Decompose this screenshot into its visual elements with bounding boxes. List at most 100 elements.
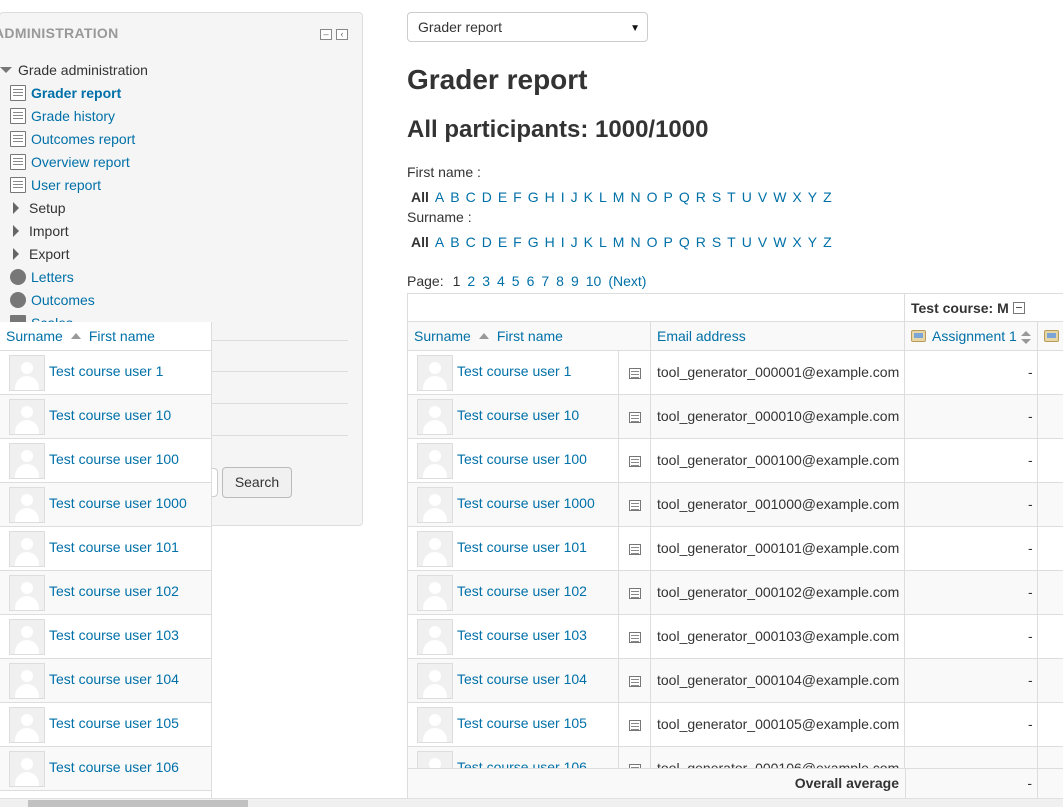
page-4-link[interactable]: 4 bbox=[497, 273, 505, 289]
grade-cell[interactable] bbox=[905, 439, 1038, 482]
initial-z-link[interactable]: Z bbox=[823, 189, 832, 205]
email-sort-link[interactable]: Email address bbox=[657, 328, 746, 344]
user-name-link[interactable]: Test course user 104 bbox=[49, 671, 179, 687]
user-name-link[interactable]: Test course user 100 bbox=[457, 451, 587, 467]
user-name-link[interactable]: Test course user 10 bbox=[49, 407, 171, 423]
initial-n-link[interactable]: N bbox=[630, 189, 640, 205]
avatar[interactable] bbox=[9, 399, 45, 435]
initial-q-link[interactable]: Q bbox=[679, 189, 690, 205]
user-report-icon[interactable] bbox=[629, 676, 641, 687]
initial-e-link[interactable]: E bbox=[498, 189, 507, 205]
grade-cell[interactable] bbox=[905, 659, 1038, 702]
user-name-link[interactable]: Test course user 103 bbox=[457, 627, 587, 643]
user-name-link[interactable]: Test course user 104 bbox=[457, 671, 587, 687]
initial-g-link[interactable]: G bbox=[528, 234, 539, 250]
page-10-link[interactable]: 10 bbox=[586, 273, 602, 289]
initial-h-link[interactable]: H bbox=[545, 189, 555, 205]
firstname-sort-link[interactable]: First name bbox=[497, 328, 563, 344]
tree-item-outcomes[interactable]: Outcomes bbox=[10, 290, 95, 310]
user-report-icon[interactable] bbox=[629, 412, 641, 423]
grade-cell[interactable] bbox=[905, 571, 1038, 614]
avatar[interactable] bbox=[9, 575, 45, 611]
avatar[interactable] bbox=[417, 443, 453, 479]
tree-item-grader-report[interactable]: Grader report bbox=[10, 83, 121, 103]
tree-item-outcomes-report[interactable]: Outcomes report bbox=[10, 129, 135, 149]
user-name-link[interactable]: Test course user 101 bbox=[457, 539, 587, 555]
initial-i-link[interactable]: I bbox=[561, 189, 565, 205]
user-report-icon[interactable] bbox=[629, 500, 641, 511]
page-6-link[interactable]: 6 bbox=[527, 273, 535, 289]
initial-t-link[interactable]: T bbox=[727, 189, 736, 205]
initial-z-link[interactable]: Z bbox=[823, 234, 832, 250]
avatar[interactable] bbox=[9, 663, 45, 699]
grade-cell[interactable] bbox=[905, 351, 1038, 394]
initial-w-link[interactable]: W bbox=[773, 189, 786, 205]
initial-o-link[interactable]: O bbox=[647, 189, 658, 205]
avatar[interactable] bbox=[417, 399, 453, 435]
initial-x-link[interactable]: X bbox=[792, 234, 801, 250]
user-name-link[interactable]: Test course user 1 bbox=[49, 363, 163, 379]
firstname-sort-link[interactable]: First name bbox=[89, 328, 155, 344]
initial-u-link[interactable]: U bbox=[742, 234, 752, 250]
surname-sort-link[interactable]: Surname bbox=[414, 328, 471, 344]
grade-cell[interactable] bbox=[905, 395, 1038, 438]
initial-i-link[interactable]: I bbox=[561, 234, 565, 250]
user-name-link[interactable]: Test course user 1000 bbox=[457, 495, 595, 511]
horizontal-scrollbar[interactable] bbox=[0, 798, 1063, 807]
avatar[interactable] bbox=[417, 355, 453, 391]
initial-s-link[interactable]: S bbox=[712, 234, 721, 250]
initial-y-link[interactable]: Y bbox=[808, 189, 817, 205]
user-name-link[interactable]: Test course user 1000 bbox=[49, 495, 187, 511]
initial-c-link[interactable]: C bbox=[466, 234, 476, 250]
user-name-link[interactable]: Test course user 103 bbox=[49, 627, 179, 643]
grade-cell[interactable] bbox=[905, 483, 1038, 526]
tree-item-import[interactable]: Import bbox=[10, 221, 69, 241]
collapse-block-icon[interactable]: – bbox=[320, 29, 332, 40]
initial-v-link[interactable]: V bbox=[758, 189, 767, 205]
page-7-link[interactable]: 7 bbox=[541, 273, 549, 289]
initial-m-link[interactable]: M bbox=[613, 234, 625, 250]
initial-k-link[interactable]: K bbox=[584, 189, 593, 205]
avatar[interactable] bbox=[417, 575, 453, 611]
initial-p-link[interactable]: P bbox=[663, 234, 672, 250]
initial-a-link[interactable]: A bbox=[435, 234, 444, 250]
next-page-link[interactable]: (Next) bbox=[608, 273, 646, 289]
collapse-icon[interactable] bbox=[1012, 302, 1025, 314]
initial-e-link[interactable]: E bbox=[498, 234, 507, 250]
avatar[interactable] bbox=[9, 443, 45, 479]
initial-w-link[interactable]: W bbox=[773, 234, 786, 250]
initial-l-link[interactable]: L bbox=[599, 189, 607, 205]
avatar[interactable] bbox=[9, 707, 45, 743]
user-name-link[interactable]: Test course user 105 bbox=[457, 715, 587, 731]
initial-o-link[interactable]: O bbox=[647, 234, 658, 250]
initial-l-link[interactable]: L bbox=[599, 234, 607, 250]
page-9-link[interactable]: 9 bbox=[571, 273, 579, 289]
initial-m-link[interactable]: M bbox=[613, 189, 625, 205]
initial-d-link[interactable]: D bbox=[482, 189, 492, 205]
page-2-link[interactable]: 2 bbox=[467, 273, 475, 289]
initial-f-link[interactable]: F bbox=[513, 234, 522, 250]
grade-cell[interactable] bbox=[905, 615, 1038, 658]
search-button[interactable]: Search bbox=[222, 467, 292, 498]
initial-c-link[interactable]: C bbox=[466, 189, 476, 205]
avatar[interactable] bbox=[417, 487, 453, 523]
user-name-link[interactable]: Test course user 102 bbox=[49, 583, 179, 599]
initial-j-link[interactable]: J bbox=[571, 234, 578, 250]
avatar[interactable] bbox=[417, 663, 453, 699]
initial-s-link[interactable]: S bbox=[712, 189, 721, 205]
report-select[interactable]: Grader report ▼ bbox=[407, 12, 648, 42]
initial-k-link[interactable]: K bbox=[584, 234, 593, 250]
user-report-icon[interactable] bbox=[629, 544, 641, 555]
initial-r-link[interactable]: R bbox=[696, 189, 706, 205]
avatar[interactable] bbox=[9, 531, 45, 567]
initial-x-link[interactable]: X bbox=[792, 189, 801, 205]
avatar[interactable] bbox=[417, 619, 453, 655]
surname-sort-link[interactable]: Surname bbox=[6, 328, 63, 344]
initial-n-link[interactable]: N bbox=[630, 234, 640, 250]
initial-b-link[interactable]: B bbox=[450, 234, 459, 250]
avatar[interactable] bbox=[9, 487, 45, 523]
tree-item-overview-report[interactable]: Overview report bbox=[10, 152, 130, 172]
grade-cell[interactable] bbox=[905, 527, 1038, 570]
initial-g-link[interactable]: G bbox=[528, 189, 539, 205]
scrollbar-thumb[interactable] bbox=[28, 800, 248, 807]
